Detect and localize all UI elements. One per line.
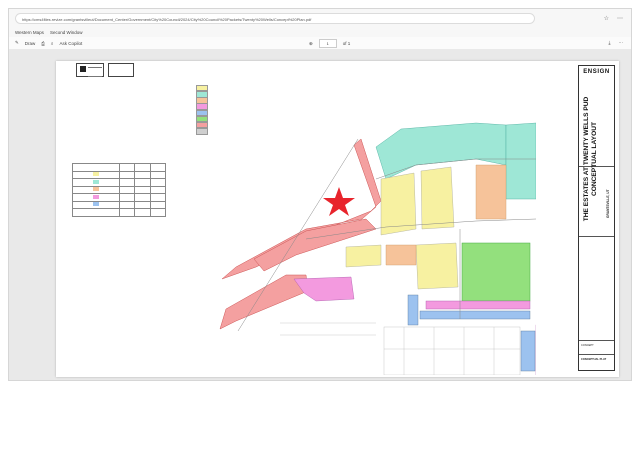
address-row: https://cms4files.revize.com/grantsville… [9,9,631,27]
yellow-cluster [420,166,455,230]
red-star-marker [323,187,355,216]
draw-icon[interactable]: ✎ [15,40,19,46]
townhome-area-east [505,122,536,200]
park-area [461,242,531,302]
menu-icon[interactable]: ⋯ [617,15,623,22]
orange-area [475,164,507,220]
draw-button[interactable]: Draw [25,41,36,46]
browser-window: https://cms4files.revize.com/grantsville… [8,8,632,381]
project-title: THE ESTATES AT TWENTY WELLS PUD [583,96,590,222]
yellow-cluster [345,244,382,268]
address-bar[interactable]: https://cms4files.revize.com/grantsville… [15,12,535,24]
future-lot-grid [280,322,521,375]
zoom-icon[interactable]: ⊕ [309,41,313,47]
print-icon[interactable]: ⎙ [41,41,45,46]
vicinity-key-box [108,63,134,77]
save-icon[interactable]: ⤓ [609,40,611,46]
pdf-page: ENSIGN THE ESTATES AT TWENTY WELLS PUD C… [56,61,619,377]
blue-lots [407,294,419,326]
pdf-viewer[interactable]: ENSIGN THE ESTATES AT TWENTY WELLS PUD C… [9,49,631,380]
sheet-label: CONCEPTUAL PLAT [581,358,607,361]
menu-icon[interactable]: ⋯ [619,40,624,46]
pink-lots [425,300,531,310]
yellow-cluster [380,172,417,236]
page-total: of 1 [342,41,351,46]
orange-area [385,244,417,266]
search-icon[interactable]: ⌕ [51,41,54,46]
blue-lots-east [520,330,536,372]
concept-label: CONCEPT [581,344,594,347]
bookmark-item[interactable]: Second Window [50,30,83,35]
commercial-area-south [219,274,309,330]
blue-lots [419,310,531,320]
bookmark-item[interactable]: Western Maps [15,30,44,35]
project-subtitle: CONCEPTUAL LAYOUT [591,122,598,197]
ask-copilot-button[interactable]: Ask Copilot [59,41,82,46]
star-icon[interactable]: ☆ [604,15,609,22]
pink-lots [293,276,355,302]
yellow-cluster [415,242,459,290]
project-logo [76,63,104,77]
project-location: GRANTSVILLE, UT [606,189,610,218]
site-plan-map [219,122,536,375]
page-number-input[interactable]: 1 [318,39,337,48]
land-use-table [72,163,166,217]
title-block: ENSIGN THE ESTATES AT TWENTY WELLS PUD C… [578,65,615,371]
